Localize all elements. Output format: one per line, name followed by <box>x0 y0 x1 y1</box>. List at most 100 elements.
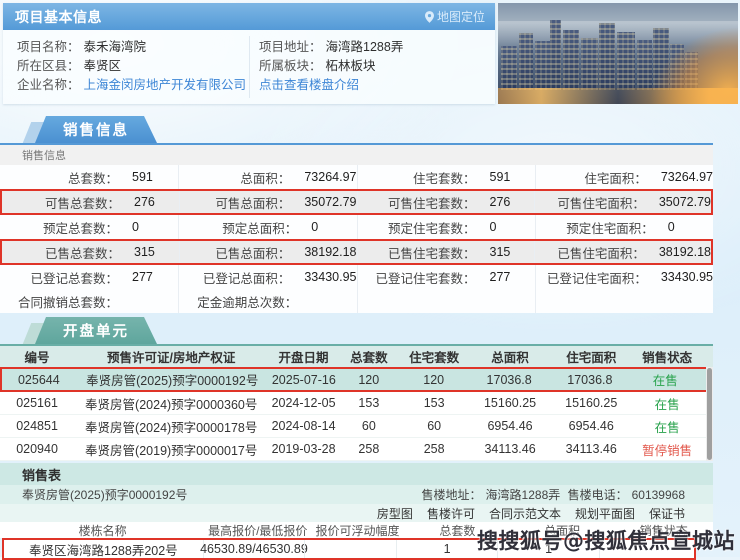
link-floor-plan[interactable]: 房型图 <box>377 505 413 522</box>
stat-cell: 已登记住宅套数：277 <box>357 265 535 289</box>
stat-value: 73264.97 <box>647 170 713 184</box>
stat-cell: 合同撤销总套数： <box>0 289 178 313</box>
tab-sales-info[interactable]: 销售信息 <box>35 116 157 143</box>
col-header-total-units: 总套数 <box>339 347 399 366</box>
unit-res-area: 6954.46 <box>551 419 632 433</box>
document-links-bar: 房型图 售楼许可 合同示范文本 规划平面图 保证书 <box>0 504 713 522</box>
sales-info-row-registered: 已登记总套数：277 已登记总面积：33430.95 已登记住宅套数：277 已… <box>0 265 713 289</box>
stat-cell: 可售住宅面积：35072.79 <box>534 191 711 213</box>
col-header-status: 销售状态 <box>632 347 703 366</box>
stat-value: 276 <box>476 195 511 209</box>
stat-value: 0 <box>118 220 139 234</box>
project-name-value: 泰禾海湾院 <box>84 38 147 57</box>
stat-label: 已售总套数： <box>2 243 120 262</box>
col-header-res-area: 住宅面积 <box>551 347 632 366</box>
map-locate-link[interactable]: 地图定位 <box>425 8 485 25</box>
sales-info-section: 销售信息 销售信息 总套数：591 总面积：73264.97 住宅套数：591 … <box>0 116 740 313</box>
stat-value: 0 <box>476 220 497 234</box>
office-phone-label: 售楼电话： <box>568 488 628 502</box>
status-badge: 暂停销售 <box>632 440 703 459</box>
sales-info-tab-underline <box>0 143 713 145</box>
stat-cell: 住宅面积：73264.97 <box>535 165 713 189</box>
unit-row-selected[interactable]: 025644 奉贤房管(2025)预字0000192号 2025-07-16 1… <box>0 367 713 392</box>
unit-open-date: 2024-08-14 <box>268 419 339 433</box>
stat-value: 35072.79 <box>645 195 711 209</box>
district-field: 所在区县： 奉贤区 <box>17 57 249 76</box>
col-header-price: 最高报价/最低报价 <box>205 522 310 539</box>
stat-cell: 已售住宅套数：315 <box>357 241 534 263</box>
scrollbar-thumb[interactable] <box>707 368 712 460</box>
unit-res-area: 34113.46 <box>551 442 632 456</box>
stat-label: 已登记总面积： <box>179 268 290 287</box>
sales-info-tab-label: 销售信息 <box>35 116 157 143</box>
office-phone-value: 60139968 <box>632 488 685 502</box>
intro-field: 点击查看楼盘介绍 <box>259 76 495 95</box>
unit-open-date: 2025-07-16 <box>269 373 339 387</box>
unit-total-units: 153 <box>339 396 399 410</box>
stat-label: 可售总面积： <box>180 193 290 212</box>
project-name-label: 项目名称： <box>17 38 80 57</box>
stat-cell: 已售住宅面积：38192.18 <box>534 241 711 263</box>
col-header-res-units: 住宅套数 <box>399 347 470 366</box>
unit-total-units: 258 <box>339 442 399 456</box>
unit-total-area: 15160.25 <box>469 396 550 410</box>
stat-cell: 已售总面积：38192.18 <box>179 241 356 263</box>
stat-value: 35072.79 <box>290 195 356 209</box>
stat-cell: 可售总面积：35072.79 <box>179 191 356 213</box>
link-contract-sample[interactable]: 合同示范文本 <box>489 505 561 522</box>
page-title: 项目基本信息 <box>15 7 102 27</box>
stat-cell: 住宅套数：591 <box>357 165 535 189</box>
link-planning-map[interactable]: 规划平面图 <box>575 505 635 522</box>
stat-value: 33430.95 <box>647 270 713 284</box>
stat-cell: 总面积：73264.97 <box>178 165 356 189</box>
unit-row[interactable]: 024851 奉贤房管(2024)预字0000178号 2024-08-14 6… <box>0 415 713 438</box>
project-card-header: 项目基本信息 地图定位 <box>3 3 495 30</box>
units-table-scrollbar[interactable] <box>706 367 713 461</box>
district-label: 所在区县： <box>17 57 80 76</box>
col-header-permit: 预售许可证/房地产权证 <box>74 347 268 366</box>
building-float-range <box>304 540 396 558</box>
unit-total-units: 120 <box>339 373 399 387</box>
company-link[interactable]: 上海金闵房地产开发有限公司 <box>84 76 247 95</box>
sohu-watermark: 搜搜狐号@搜狐焦点宣城站 <box>477 525 735 555</box>
unit-row[interactable]: 025161 奉贤房管(2024)预字0000360号 2024-12-05 1… <box>0 392 713 415</box>
map-pin-icon <box>425 11 434 23</box>
tab-opening-units[interactable]: 开盘单元 <box>35 317 157 344</box>
stat-label: 住宅套数： <box>358 168 476 187</box>
project-card-left-column: 项目名称： 泰禾海湾院 所在区县： 奉贤区 企业名称： 上海金闵房地产开发有限公… <box>3 30 249 104</box>
unit-total-area: 34113.46 <box>469 442 550 456</box>
stat-value: 277 <box>118 270 153 284</box>
block-field: 所属板块： 柘林板块 <box>259 57 495 76</box>
units-table-header: 编号 预售许可证/房地产权证 开盘日期 总套数 住宅套数 总面积 住宅面积 销售… <box>0 346 713 367</box>
stat-label: 可售住宅套数： <box>358 193 476 212</box>
stat-label: 总面积： <box>179 168 290 187</box>
stat-label: 已售总面积： <box>180 243 290 262</box>
link-sales-permit[interactable]: 售楼许可 <box>427 505 475 522</box>
sales-info-row-cancel-overdue: 合同撤销总套数： 定金逾期总次数： <box>0 289 713 313</box>
block-value: 柘林板块 <box>326 57 376 76</box>
stat-cell: 已登记总面积：33430.95 <box>178 265 356 289</box>
map-locate-label: 地图定位 <box>437 8 485 25</box>
stat-value: 38192.18 <box>290 245 356 259</box>
stat-label: 预定住宅面积： <box>536 218 654 237</box>
stat-cell: 已登记住宅面积：33430.95 <box>535 265 713 289</box>
link-guarantee[interactable]: 保证书 <box>649 505 685 522</box>
stat-value: 591 <box>118 170 153 184</box>
unit-permit: 奉贤房管(2025)预字0000192号 <box>76 370 269 389</box>
unit-row[interactable]: 020940 奉贤房管(2019)预字0000017号 2019-03-28 2… <box>0 438 713 461</box>
sales-info-grid: 总套数：591 总面积：73264.97 住宅套数：591 住宅面积：73264… <box>0 165 713 313</box>
stat-label: 已登记住宅套数： <box>358 268 476 287</box>
stat-cell <box>535 289 713 313</box>
stat-label: 可售总套数： <box>2 193 120 212</box>
top-row: 项目基本信息 地图定位 项目名称： 泰禾海湾院 所在区县： 奉贤区 企业名 <box>0 0 740 104</box>
opening-units-tab-row: 开盘单元 <box>0 317 740 344</box>
stat-value: 0 <box>654 220 675 234</box>
stat-cell: 可售总套数：276 <box>2 191 179 213</box>
building-intro-link[interactable]: 点击查看楼盘介绍 <box>259 76 359 95</box>
stat-cell: 已售总套数：315 <box>2 241 179 263</box>
unit-res-area: 15160.25 <box>551 396 632 410</box>
unit-res-area: 17036.8 <box>550 373 631 387</box>
stat-label: 可售住宅面积： <box>535 193 645 212</box>
selected-permit: 奉贤房管(2025)预字0000192号 <box>22 486 187 503</box>
stat-value: 315 <box>476 245 511 259</box>
